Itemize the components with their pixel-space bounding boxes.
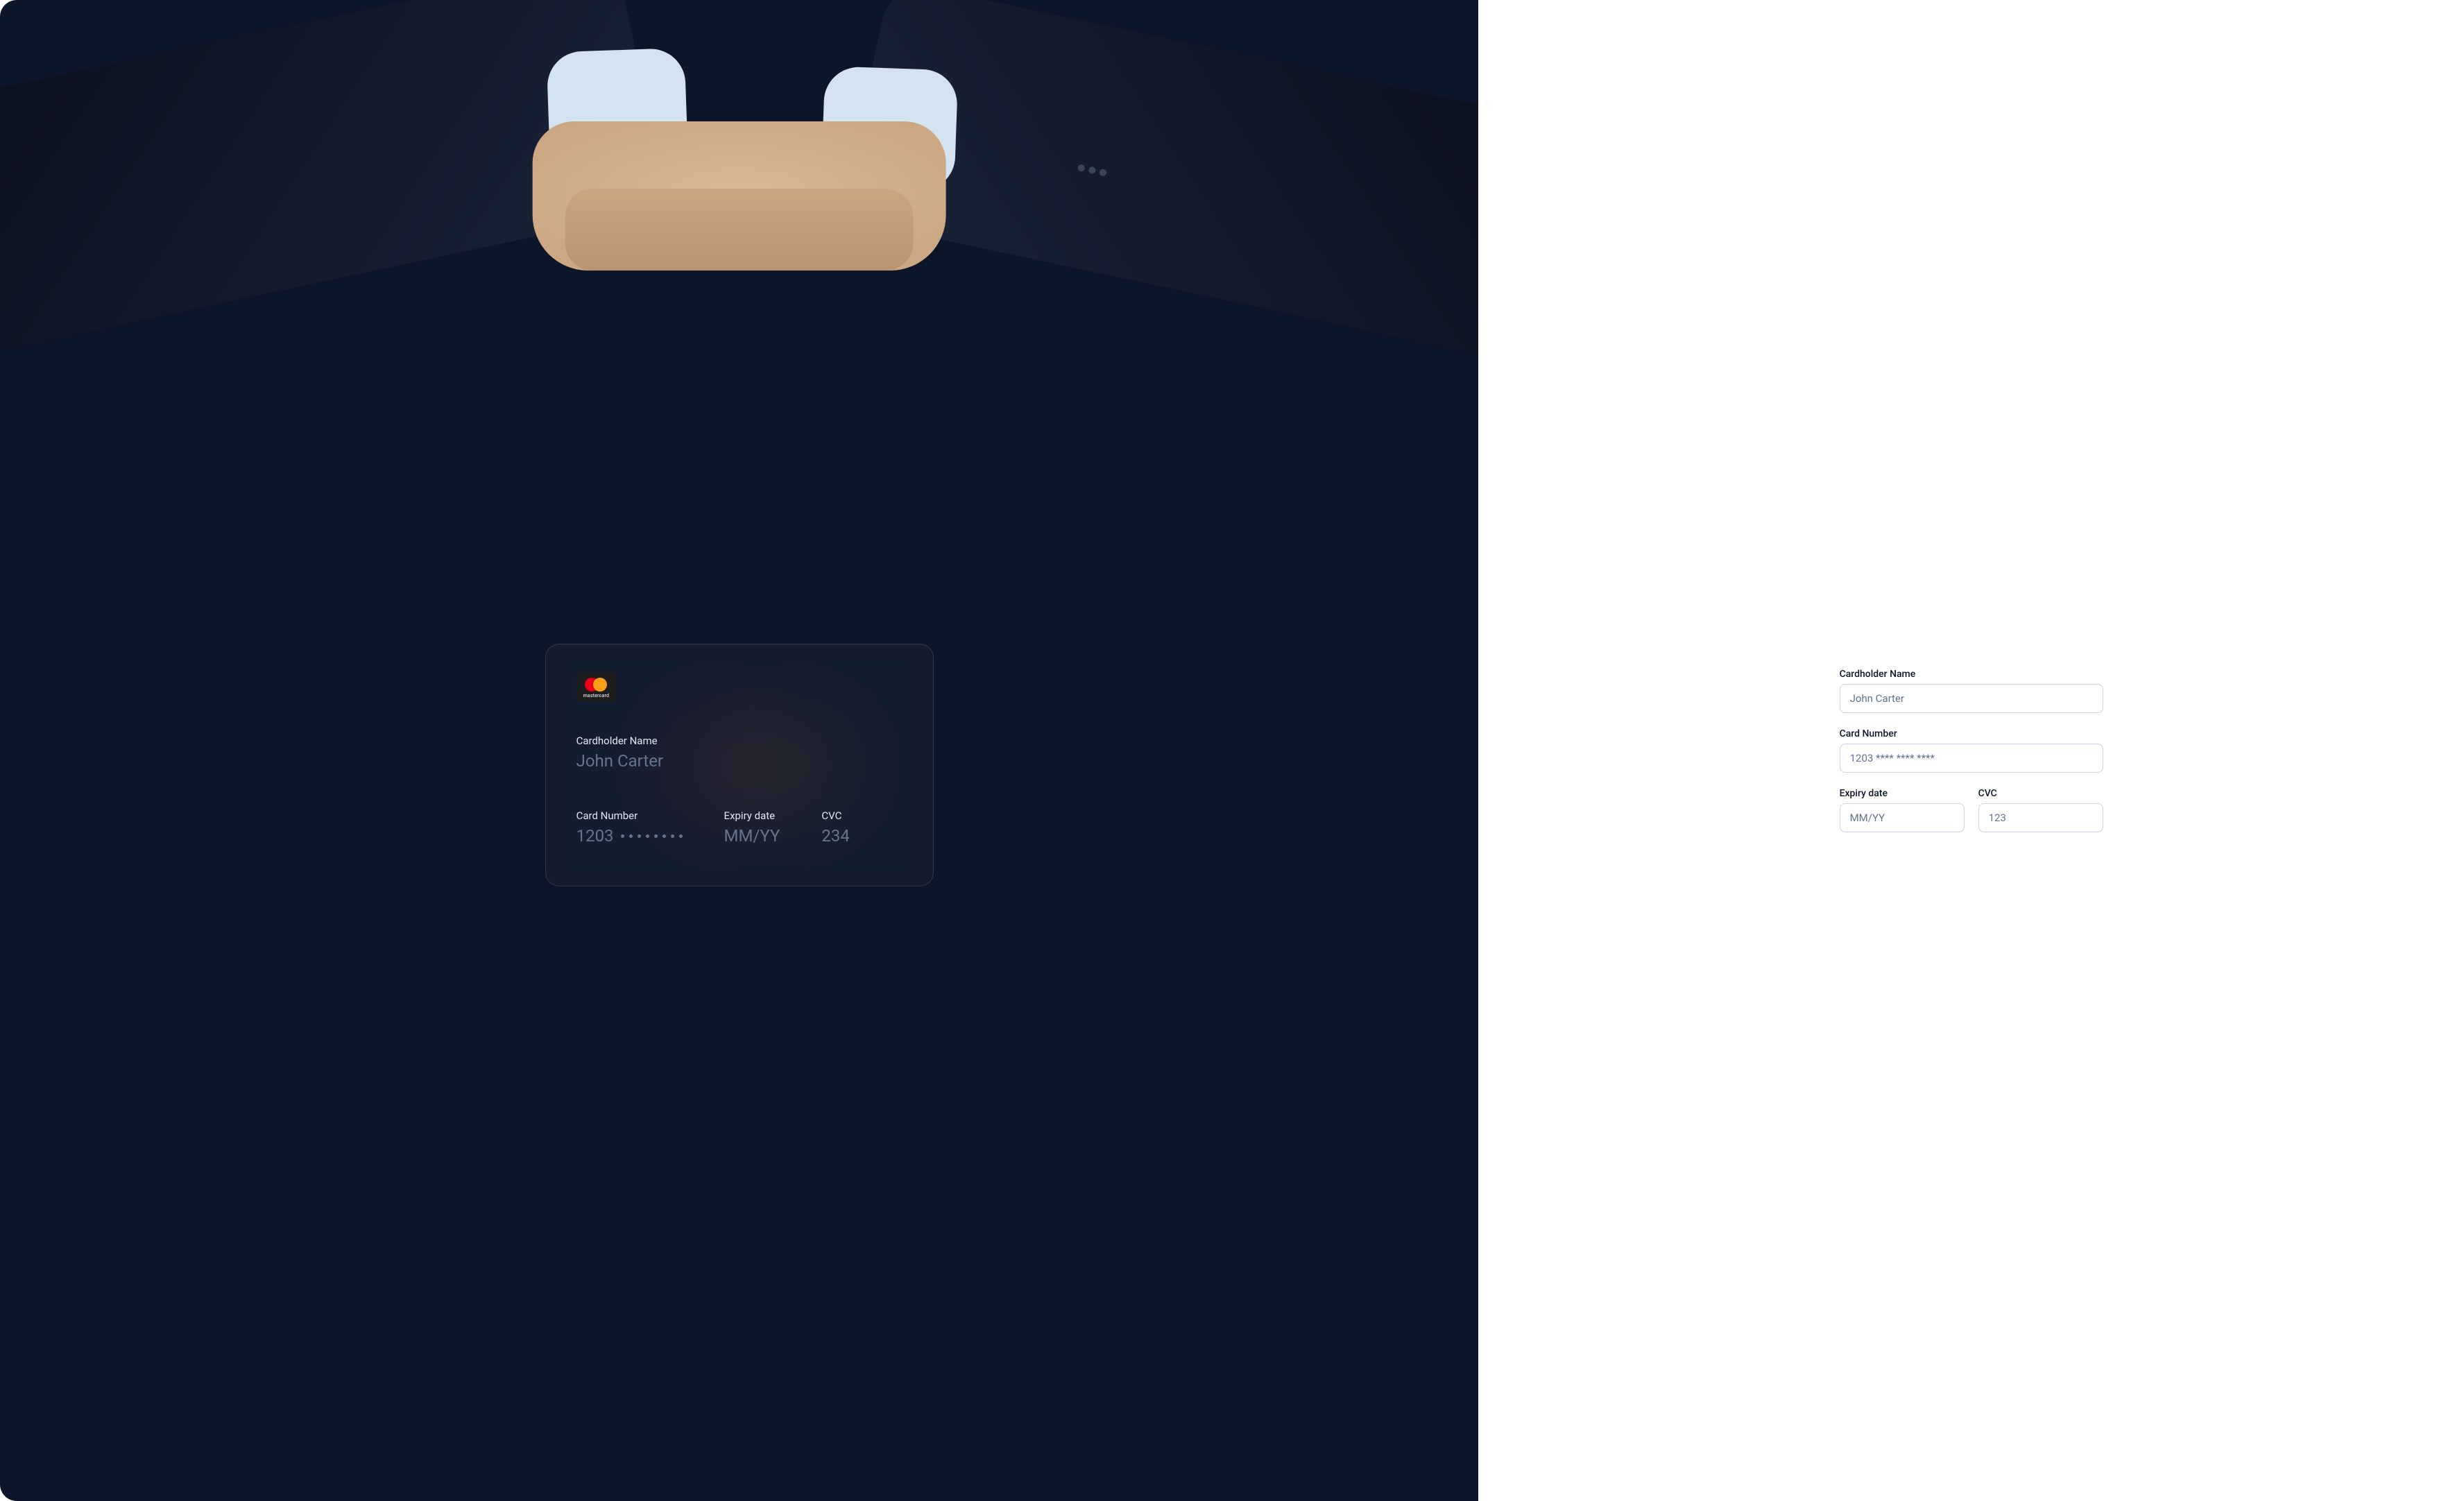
card-number-section: Card Number 1203	[576, 809, 683, 846]
payment-layout: mastercard Cardholder Name John Carter C…	[0, 0, 2464, 1501]
card-preview-panel: mastercard Cardholder Name John Carter C…	[0, 0, 1478, 1501]
expiry-date-label: Expiry date	[1840, 788, 1965, 799]
cardholder-name-field: Cardholder Name	[1840, 669, 2103, 713]
cardholder-name-label: Cardholder Name	[1840, 669, 2103, 680]
expiry-cvc-row: Expiry date CVC	[1840, 788, 2103, 832]
handshake-illustration	[0, 0, 1478, 676]
cvc-label: CVC	[1978, 788, 2103, 799]
cvc-input[interactable]	[1978, 803, 2103, 832]
card-name-value: John Carter	[576, 751, 902, 771]
cvc-field: CVC	[1978, 788, 2103, 832]
card-brand-text: mastercard	[583, 693, 610, 698]
card-number-label: Card Number	[1840, 728, 2103, 739]
card-name-section: Cardholder Name John Carter	[576, 735, 902, 771]
card-name-label: Cardholder Name	[576, 735, 902, 747]
card-number-label: Card Number	[576, 809, 683, 822]
credit-card-preview: mastercard Cardholder Name John Carter C…	[545, 644, 934, 886]
card-cvc-value: 234	[821, 826, 849, 846]
expiry-date-field: Expiry date	[1840, 788, 1965, 832]
expiry-date-input[interactable]	[1840, 803, 1965, 832]
card-number-value: 1203	[576, 826, 683, 846]
card-cvc-label: CVC	[821, 809, 849, 822]
card-number-mask-icon	[621, 834, 683, 838]
card-number-prefix: 1203	[576, 826, 614, 846]
payment-form-panel: Cardholder Name Card Number Expiry date …	[1478, 0, 2464, 1501]
card-expiry-label: Expiry date	[724, 809, 780, 822]
card-number-input[interactable]	[1840, 744, 2103, 773]
payment-form: Cardholder Name Card Number Expiry date …	[1840, 669, 2103, 832]
card-expiry-value: MM/YY	[724, 826, 780, 846]
card-cvc-section: CVC 234	[821, 809, 849, 846]
card-bottom-row: Card Number 1203 Expiry date MM/YY CVC	[576, 809, 902, 846]
mastercard-logo-icon: mastercard	[576, 672, 617, 701]
illustration-hands	[532, 121, 946, 270]
card-number-field: Card Number	[1840, 728, 2103, 773]
cardholder-name-input[interactable]	[1840, 684, 2103, 713]
card-expiry-section: Expiry date MM/YY	[724, 809, 780, 846]
